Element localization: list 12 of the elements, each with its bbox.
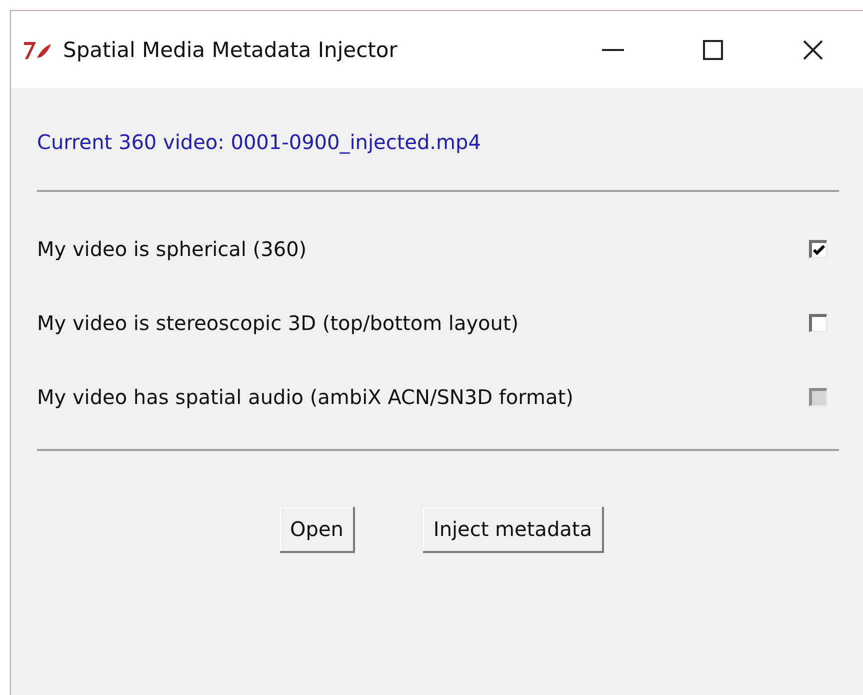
checkbox[interactable] [809, 240, 827, 258]
dialog-button[interactable]: Open [280, 507, 356, 553]
dialog-button[interactable]: Inject metadata [423, 507, 604, 553]
option-label: My video is spherical (360) [37, 237, 307, 261]
minimize-icon [602, 48, 624, 50]
option-label: My video has spatial audio (ambiX ACN/SN3D format) [37, 385, 574, 409]
option-label: My video is stereoscopic 3D (top/bottom layout) [37, 311, 519, 335]
checkbox[interactable] [809, 314, 827, 332]
maximize-icon [703, 40, 723, 60]
current-file-label: Current 360 video: 0001-0900_injected.mp4 [37, 130, 482, 154]
close-icon [803, 40, 823, 60]
window-title: Spatial Media Metadata Injector [63, 38, 398, 62]
